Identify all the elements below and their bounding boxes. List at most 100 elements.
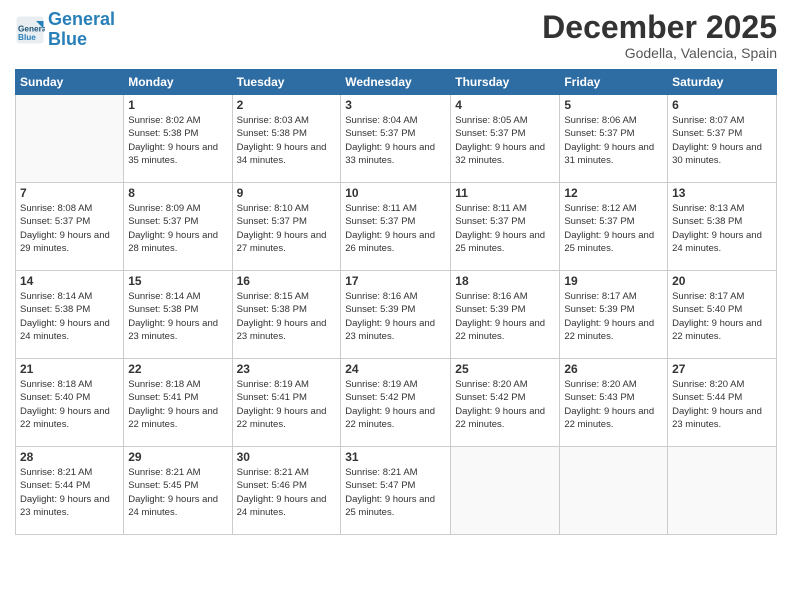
day-number: 8 xyxy=(128,186,227,200)
day-number: 28 xyxy=(20,450,119,464)
day-number: 14 xyxy=(20,274,119,288)
calendar-cell: 17 Sunrise: 8:16 AM Sunset: 5:39 PM Dayli… xyxy=(341,271,451,359)
day-number: 31 xyxy=(345,450,446,464)
calendar-cell xyxy=(16,95,124,183)
calendar-cell: 29Sunrise: 8:21 AM Sunset: 5:45 PM Dayli… xyxy=(124,447,232,535)
day-info: Sunrise: 8:18 AM Sunset: 5:41 PM Dayligh… xyxy=(128,378,227,431)
day-number: 18 xyxy=(455,274,555,288)
calendar-cell xyxy=(668,447,777,535)
month-title: December 2025 xyxy=(542,10,777,45)
day-number: 5 xyxy=(564,98,663,112)
day-info: Sunrise: 8:09 AM Sunset: 5:37 PM Dayligh… xyxy=(128,202,227,255)
day-number: 17 xyxy=(345,274,446,288)
calendar-cell: 3 Sunrise: 8:04 AM Sunset: 5:37 PM Daylig… xyxy=(341,95,451,183)
calendar-header-row: SundayMondayTuesdayWednesdayThursdayFrid… xyxy=(16,70,777,95)
day-number: 22 xyxy=(128,362,227,376)
calendar-cell: 30 Sunrise: 8:21 AM Sunset: 5:46 PM Dayli… xyxy=(232,447,341,535)
day-info: Sunrise: 8:21 AM Sunset: 5:45 PM Dayligh… xyxy=(128,466,227,519)
calendar-cell: 12Sunrise: 8:12 AM Sunset: 5:37 PM Dayli… xyxy=(560,183,668,271)
day-number: 11 xyxy=(455,186,555,200)
calendar-cell: 22 Sunrise: 8:18 AM Sunset: 5:41 PM Dayli… xyxy=(124,359,232,447)
calendar-cell: 18 Sunrise: 8:16 AM Sunset: 5:39 PM Dayli… xyxy=(451,271,560,359)
day-info: Sunrise: 8:21 AM Sunset: 5:46 PM Dayligh… xyxy=(237,466,337,519)
calendar-cell: 14 Sunrise: 8:14 AM Sunset: 5:38 PM Dayli… xyxy=(16,271,124,359)
day-info: Sunrise: 8:17 AM Sunset: 5:39 PM Dayligh… xyxy=(564,290,663,343)
day-info: Sunrise: 8:17 AM Sunset: 5:40 PM Dayligh… xyxy=(672,290,772,343)
day-number: 9 xyxy=(237,186,337,200)
logo-text: GeneralBlue xyxy=(48,10,115,50)
day-number: 20 xyxy=(672,274,772,288)
day-info: Sunrise: 8:21 AM Sunset: 5:47 PM Dayligh… xyxy=(345,466,446,519)
day-number: 25 xyxy=(455,362,555,376)
day-info: Sunrise: 8:07 AM Sunset: 5:37 PM Dayligh… xyxy=(672,114,772,167)
calendar-cell: 28 Sunrise: 8:21 AM Sunset: 5:44 PM Dayli… xyxy=(16,447,124,535)
calendar-header-friday: Friday xyxy=(560,70,668,95)
day-info: Sunrise: 8:12 AM Sunset: 5:37 PM Dayligh… xyxy=(564,202,663,255)
logo-icon: General Blue xyxy=(15,15,45,45)
day-info: Sunrise: 8:14 AM Sunset: 5:38 PM Dayligh… xyxy=(128,290,227,343)
day-info: Sunrise: 8:15 AM Sunset: 5:38 PM Dayligh… xyxy=(237,290,337,343)
day-info: Sunrise: 8:16 AM Sunset: 5:39 PM Dayligh… xyxy=(455,290,555,343)
day-info: Sunrise: 8:14 AM Sunset: 5:38 PM Dayligh… xyxy=(20,290,119,343)
calendar-header-saturday: Saturday xyxy=(668,70,777,95)
svg-text:Blue: Blue xyxy=(18,33,36,42)
day-info: Sunrise: 8:20 AM Sunset: 5:44 PM Dayligh… xyxy=(672,378,772,431)
day-info: Sunrise: 8:02 AM Sunset: 5:38 PM Dayligh… xyxy=(128,114,227,167)
day-number: 3 xyxy=(345,98,446,112)
calendar-cell: 7 Sunrise: 8:08 AM Sunset: 5:37 PM Daylig… xyxy=(16,183,124,271)
calendar-cell: 27 Sunrise: 8:20 AM Sunset: 5:44 PM Dayli… xyxy=(668,359,777,447)
calendar-cell: 1 Sunrise: 8:02 AM Sunset: 5:38 PM Daylig… xyxy=(124,95,232,183)
calendar-cell: 8 Sunrise: 8:09 AM Sunset: 5:37 PM Daylig… xyxy=(124,183,232,271)
title-area: December 2025 Godella, Valencia, Spain xyxy=(542,10,777,61)
day-info: Sunrise: 8:20 AM Sunset: 5:42 PM Dayligh… xyxy=(455,378,555,431)
location: Godella, Valencia, Spain xyxy=(542,45,777,61)
day-number: 10 xyxy=(345,186,446,200)
day-info: Sunrise: 8:11 AM Sunset: 5:37 PM Dayligh… xyxy=(455,202,555,255)
calendar-cell: 13Sunrise: 8:13 AM Sunset: 5:38 PM Dayli… xyxy=(668,183,777,271)
day-number: 30 xyxy=(237,450,337,464)
day-number: 7 xyxy=(20,186,119,200)
calendar-cell: 5 Sunrise: 8:06 AM Sunset: 5:37 PM Daylig… xyxy=(560,95,668,183)
day-number: 2 xyxy=(237,98,337,112)
day-number: 19 xyxy=(564,274,663,288)
day-info: Sunrise: 8:06 AM Sunset: 5:37 PM Dayligh… xyxy=(564,114,663,167)
calendar-cell: 20 Sunrise: 8:17 AM Sunset: 5:40 PM Dayli… xyxy=(668,271,777,359)
calendar-week-row: 14 Sunrise: 8:14 AM Sunset: 5:38 PM Dayli… xyxy=(16,271,777,359)
day-info: Sunrise: 8:03 AM Sunset: 5:38 PM Dayligh… xyxy=(237,114,337,167)
calendar-cell: 19 Sunrise: 8:17 AM Sunset: 5:39 PM Dayli… xyxy=(560,271,668,359)
day-number: 15 xyxy=(128,274,227,288)
day-info: Sunrise: 8:16 AM Sunset: 5:39 PM Dayligh… xyxy=(345,290,446,343)
calendar-header-thursday: Thursday xyxy=(451,70,560,95)
day-number: 21 xyxy=(20,362,119,376)
day-info: Sunrise: 8:08 AM Sunset: 5:37 PM Dayligh… xyxy=(20,202,119,255)
calendar-cell: 6 Sunrise: 8:07 AM Sunset: 5:37 PM Daylig… xyxy=(668,95,777,183)
calendar-cell: 26Sunrise: 8:20 AM Sunset: 5:43 PM Dayli… xyxy=(560,359,668,447)
day-info: Sunrise: 8:21 AM Sunset: 5:44 PM Dayligh… xyxy=(20,466,119,519)
calendar-cell: 31 Sunrise: 8:21 AM Sunset: 5:47 PM Dayli… xyxy=(341,447,451,535)
calendar-cell: 23 Sunrise: 8:19 AM Sunset: 5:41 PM Dayli… xyxy=(232,359,341,447)
day-info: Sunrise: 8:18 AM Sunset: 5:40 PM Dayligh… xyxy=(20,378,119,431)
day-number: 23 xyxy=(237,362,337,376)
logo: General Blue GeneralBlue xyxy=(15,10,115,50)
day-number: 26 xyxy=(564,362,663,376)
day-number: 16 xyxy=(237,274,337,288)
calendar-week-row: 21 Sunrise: 8:18 AM Sunset: 5:40 PM Dayli… xyxy=(16,359,777,447)
day-number: 27 xyxy=(672,362,772,376)
calendar-cell xyxy=(451,447,560,535)
calendar-cell: 24Sunrise: 8:19 AM Sunset: 5:42 PM Dayli… xyxy=(341,359,451,447)
calendar-cell xyxy=(560,447,668,535)
calendar-cell: 4Sunrise: 8:05 AM Sunset: 5:37 PM Daylig… xyxy=(451,95,560,183)
day-number: 4 xyxy=(455,98,555,112)
day-number: 1 xyxy=(128,98,227,112)
calendar-cell: 9 Sunrise: 8:10 AM Sunset: 5:37 PM Daylig… xyxy=(232,183,341,271)
page-header: General Blue GeneralBlue December 2025 G… xyxy=(15,10,777,61)
day-info: Sunrise: 8:10 AM Sunset: 5:37 PM Dayligh… xyxy=(237,202,337,255)
day-number: 6 xyxy=(672,98,772,112)
calendar-cell: 15 Sunrise: 8:14 AM Sunset: 5:38 PM Dayli… xyxy=(124,271,232,359)
calendar-header-wednesday: Wednesday xyxy=(341,70,451,95)
day-number: 24 xyxy=(345,362,446,376)
calendar-week-row: 7 Sunrise: 8:08 AM Sunset: 5:37 PM Daylig… xyxy=(16,183,777,271)
day-info: Sunrise: 8:04 AM Sunset: 5:37 PM Dayligh… xyxy=(345,114,446,167)
calendar-cell: 10Sunrise: 8:11 AM Sunset: 5:37 PM Dayli… xyxy=(341,183,451,271)
day-info: Sunrise: 8:19 AM Sunset: 5:41 PM Dayligh… xyxy=(237,378,337,431)
